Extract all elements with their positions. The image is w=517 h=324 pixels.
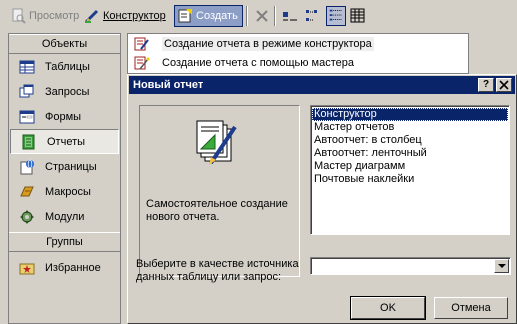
list-item-label: Создание отчета с помощью мастера: [162, 56, 355, 69]
preview-label: Просмотр: [29, 10, 80, 22]
sidebar-item-label: Отчеты: [47, 135, 86, 148]
create-button[interactable]: Создать: [174, 5, 243, 27]
sidebar-item-label: Модули: [45, 210, 85, 223]
source-select[interactable]: [310, 257, 511, 275]
list-item[interactable]: Создание отчета в режиме конструктора: [128, 34, 468, 53]
object-list: Создание отчета в режиме конструктора Со…: [127, 33, 469, 74]
sidebar-item-label: Макросы: [45, 185, 91, 198]
sidebar-item-reports[interactable]: Отчеты: [10, 129, 119, 154]
preview-icon: [12, 8, 26, 24]
details-view-icon[interactable]: [348, 6, 368, 26]
module-icon: [20, 209, 34, 224]
dialog-description: Самостоятельное создание нового отчета.: [146, 198, 288, 223]
sidebar-item-label: Избранное: [45, 261, 101, 274]
sidebar-item-tables[interactable]: Таблицы: [9, 54, 120, 79]
list-item[interactable]: Создание отчета с помощью мастера: [128, 53, 468, 72]
form-icon: [19, 110, 35, 123]
chevron-down-icon[interactable]: [494, 259, 509, 273]
sidebar-item-queries[interactable]: Запросы: [9, 79, 120, 104]
dialog-titlebar[interactable]: Новый отчет ?: [129, 76, 515, 94]
ok-button[interactable]: OK: [350, 296, 426, 320]
table-icon: [19, 60, 35, 73]
sidebar-item-favorites[interactable]: Избранное: [9, 255, 120, 280]
sidebar-item-label: Запросы: [45, 85, 90, 98]
page-icon: [20, 159, 34, 174]
objects-header[interactable]: Объекты: [9, 34, 120, 54]
preview-box: Самостоятельное создание нового отчета.: [139, 105, 300, 277]
list-item[interactable]: Мастер диаграмм: [312, 160, 508, 173]
toolbar-separator: [274, 6, 276, 26]
close-icon: [499, 80, 509, 90]
objects-panel: Объекты Таблицы Запросы Формы Отчеты Стр…: [8, 33, 121, 324]
small-icons-icon[interactable]: [303, 6, 323, 26]
large-icons-icon[interactable]: [280, 6, 300, 26]
design-label: Конструктор: [103, 10, 166, 22]
source-label: Выберите в качестве источника данных таб…: [136, 258, 299, 283]
report-design-preview-icon: [196, 120, 237, 165]
create-label: Создать: [196, 10, 238, 22]
macro-icon: [20, 186, 34, 196]
favorites-folder-icon: [19, 263, 35, 274]
create-report-wizard-icon: [134, 56, 150, 69]
create-icon: [178, 9, 192, 23]
list-item[interactable]: Мастер отчетов: [312, 121, 508, 134]
sidebar-item-label: Страницы: [45, 160, 97, 173]
list-item[interactable]: Почтовые наклейки: [312, 173, 508, 186]
toolbar-separator: [246, 6, 248, 26]
sidebar-item-label: Таблицы: [45, 60, 90, 73]
sidebar-item-label: Формы: [45, 110, 82, 123]
list-view-icon[interactable]: [326, 6, 346, 26]
report-type-list[interactable]: Конструктор Мастер отчетов Автоотчет: в …: [310, 105, 510, 235]
close-button[interactable]: [496, 78, 512, 92]
design-icon: [84, 9, 99, 24]
sidebar-item-macros[interactable]: Макросы: [9, 179, 120, 204]
toolbar: Просмотр Конструктор Создать: [0, 0, 517, 32]
create-report-design-icon: [134, 37, 149, 50]
sidebar-item-pages[interactable]: Страницы: [9, 154, 120, 179]
query-icon: [19, 84, 34, 97]
dialog-title: Новый отчет: [133, 79, 204, 91]
cancel-button[interactable]: Отмена: [434, 297, 508, 319]
report-icon: [22, 134, 35, 149]
list-item[interactable]: Конструктор: [312, 108, 508, 121]
groups-header[interactable]: Группы: [9, 232, 120, 252]
sidebar-item-forms[interactable]: Формы: [9, 104, 120, 129]
sidebar-item-modules[interactable]: Модули: [9, 204, 120, 229]
source-value: [311, 260, 314, 272]
preview-button[interactable]: Просмотр: [10, 6, 79, 26]
design-button[interactable]: Конструктор: [84, 6, 166, 26]
list-item-label: Создание отчета в режиме конструктора: [162, 36, 374, 51]
list-item[interactable]: Автоотчет: в столбец: [312, 134, 508, 147]
list-item[interactable]: Автоотчет: ленточный: [312, 147, 508, 160]
new-report-dialog: Новый отчет ? Самостоятельное создание н…: [127, 74, 517, 324]
help-button[interactable]: ?: [478, 78, 494, 92]
delete-icon[interactable]: [252, 6, 272, 26]
